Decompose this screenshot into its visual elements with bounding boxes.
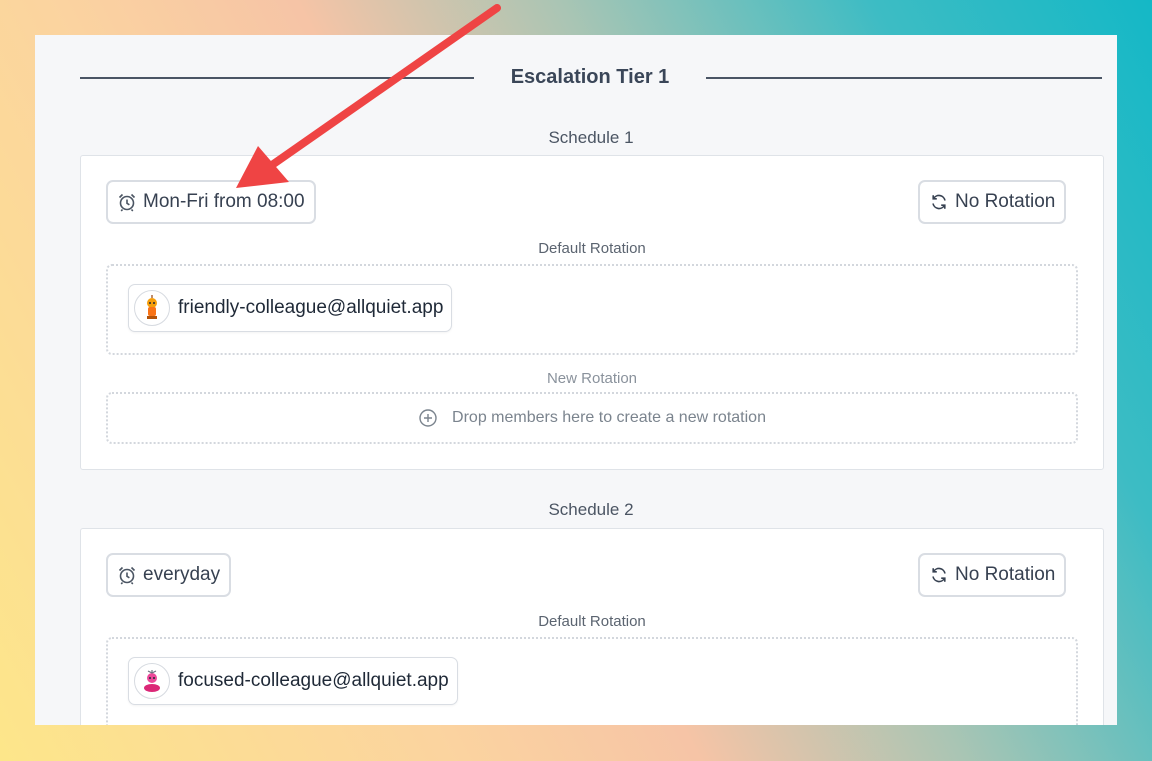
- member-chip[interactable]: focused-colleague@allquiet.app: [128, 657, 458, 705]
- rotation-mode-label: No Rotation: [955, 191, 1056, 212]
- schedule-card: Mon-Fri from 08:00 No Rotation Default R…: [80, 155, 1104, 470]
- dropzone-hint-text: Drop members here to create a new rotati…: [452, 409, 766, 426]
- new-rotation-dropzone[interactable]: Drop members here to create a new rotati…: [106, 392, 1078, 444]
- time-window-label: Mon-Fri from 08:00: [143, 191, 305, 212]
- escalation-panel: Escalation Tier 1 Schedule 1 Mon-Fri fro…: [35, 35, 1117, 725]
- schedule-card: everyday No Rotation Default Rotation fo…: [80, 528, 1104, 725]
- member-email: friendly-colleague@allquiet.app: [178, 297, 444, 318]
- schedule-title: Schedule 1: [548, 128, 634, 147]
- alarm-clock-icon: [118, 193, 136, 212]
- rotation-mode-label: No Rotation: [955, 564, 1056, 585]
- time-window-label: everyday: [143, 564, 221, 585]
- rotation-mode-button[interactable]: No Rotation: [918, 180, 1067, 224]
- member-email: focused-colleague@allquiet.app: [178, 670, 449, 691]
- default-rotation-zone[interactable]: friendly-colleague@allquiet.app: [106, 264, 1078, 355]
- orange-robot-avatar: [134, 290, 170, 326]
- alarm-clock-icon: [118, 566, 136, 585]
- schedule-title: Schedule 2: [548, 500, 634, 519]
- tier-header: Escalation Tier 1: [80, 63, 1102, 93]
- rotation-mode-button[interactable]: No Rotation: [918, 553, 1067, 597]
- new-rotation-label: New Rotation: [546, 370, 638, 387]
- pink-robot-avatar: [134, 663, 170, 699]
- divider-left: [80, 77, 474, 79]
- rotate-icon: [932, 567, 946, 583]
- plus-circle-icon: [419, 409, 437, 427]
- member-chip[interactable]: friendly-colleague@allquiet.app: [128, 284, 453, 332]
- dropzone-hint: Drop members here to create a new rotati…: [108, 408, 1076, 428]
- rotate-icon: [932, 194, 946, 210]
- default-rotation-label: Default Rotation: [538, 613, 646, 630]
- default-rotation-label: Default Rotation: [538, 240, 646, 257]
- time-window-button[interactable]: Mon-Fri from 08:00: [106, 180, 316, 224]
- default-rotation-zone[interactable]: focused-colleague@allquiet.app: [106, 637, 1078, 725]
- time-window-button[interactable]: everyday: [106, 553, 232, 597]
- tier-title: Escalation Tier 1: [510, 66, 670, 88]
- divider-right: [706, 77, 1102, 79]
